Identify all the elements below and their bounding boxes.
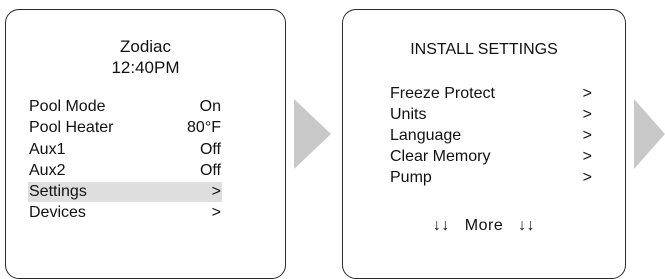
chevron-right-icon: > [582, 106, 592, 123]
menu-item-pool-heater[interactable]: Pool Heater 80°F [28, 118, 222, 138]
menu-item-pump[interactable]: Pump > [390, 168, 592, 188]
menu-item-value: On [199, 98, 221, 115]
clock-time: 12:40PM [111, 58, 180, 77]
menu-item-clear-memory[interactable]: Clear Memory > [390, 147, 592, 167]
menu-item-language[interactable]: Language > [390, 126, 592, 146]
brand-title: Zodiac [119, 37, 172, 56]
menu-item-value: 80°F [187, 119, 221, 136]
chevron-right-icon: > [582, 169, 592, 186]
more-indicator[interactable]: ↓↓ More ↓↓ [343, 216, 625, 236]
menu-item-label: Aux2 [29, 162, 66, 179]
play-arrow-icon[interactable] [294, 99, 331, 169]
menu-item-value: Off [199, 141, 221, 158]
menu-item-freeze-protect[interactable]: Freeze Protect > [390, 84, 592, 104]
screen-title: INSTALL SETTINGS [410, 41, 558, 58]
double-down-arrow-icon: ↓↓ [518, 217, 536, 234]
menu-item-value: Off [199, 162, 221, 179]
menu-item-devices[interactable]: Devices > [28, 203, 222, 223]
menu-item-units[interactable]: Units > [390, 105, 592, 125]
menu-item-label: Pool Heater [29, 119, 114, 136]
chevron-right-icon: > [582, 127, 592, 144]
menu-item-aux1[interactable]: Aux1 Off [28, 140, 222, 160]
more-label: More [464, 217, 504, 234]
menu-item-label: Freeze Protect [390, 85, 495, 102]
double-down-arrow-icon: ↓↓ [432, 217, 450, 234]
menu-item-pool-mode[interactable]: Pool Mode On [28, 97, 222, 117]
menu-item-label: Language [390, 127, 462, 144]
menu-item-label: Pool Mode [29, 98, 106, 115]
menu-item-label: Devices [29, 204, 86, 221]
chevron-right-icon: > [211, 204, 221, 221]
menu-item-settings[interactable]: Settings > [28, 182, 222, 202]
menu-item-label: Settings [29, 183, 87, 200]
menu-item-label: Pump [390, 169, 432, 186]
menu-item-label: Aux1 [29, 141, 66, 158]
chevron-right-icon: > [582, 85, 592, 102]
main-screen: Zodiac 12:40PM Pool Mode On Pool Heater … [5, 9, 286, 279]
menu-item-label: Units [390, 106, 427, 123]
play-arrow-icon[interactable] [634, 99, 665, 169]
menu-item-aux2[interactable]: Aux2 Off [28, 161, 222, 181]
install-settings-screen: INSTALL SETTINGS Freeze Protect > Units … [342, 9, 626, 279]
chevron-right-icon: > [582, 148, 592, 165]
menu-item-label: Clear Memory [390, 148, 491, 165]
chevron-right-icon: > [211, 183, 221, 200]
